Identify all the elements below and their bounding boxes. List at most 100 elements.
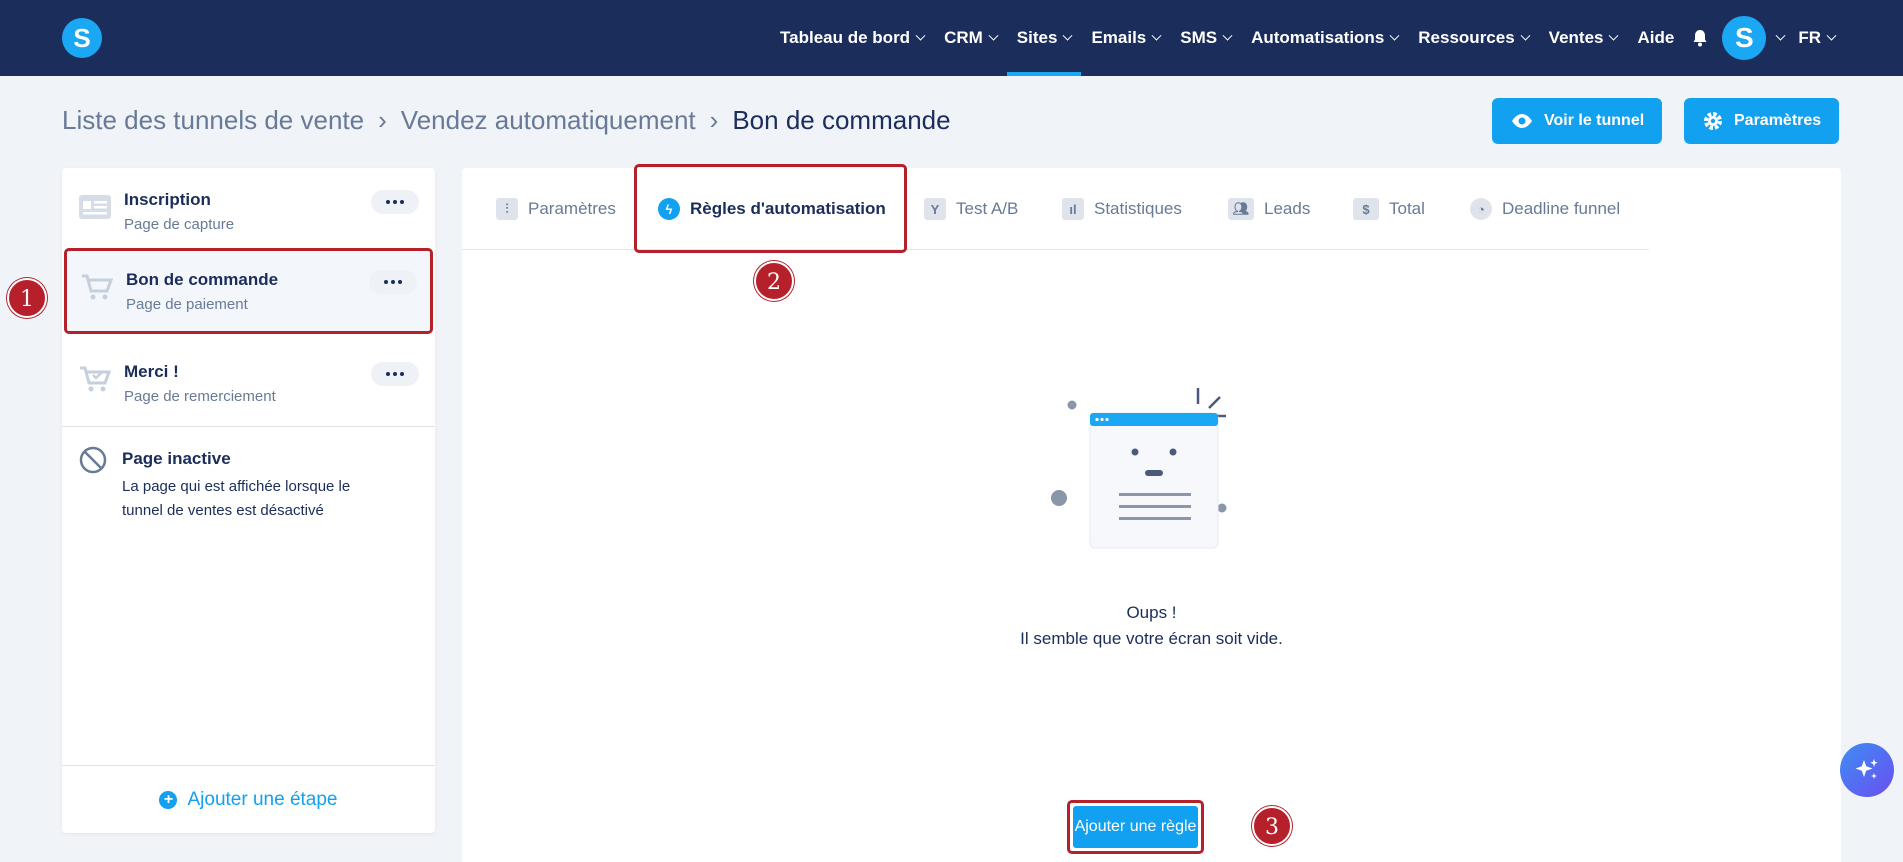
users-icon: 👥︎ [1228, 198, 1254, 220]
more-options-button[interactable] [371, 190, 419, 214]
main-nav: Tableau de bord CRM Sites Emails SMS Aut… [770, 0, 1845, 76]
more-options-button[interactable] [371, 362, 419, 386]
breadcrumb: Liste des tunnels de vente › Vendez auto… [62, 105, 951, 136]
empty-state-message: Oups ! Il semble que votre écran soit vi… [462, 600, 1841, 652]
step-subtitle: Page de capture [124, 216, 235, 233]
inactive-page-title: Page inactive [122, 449, 231, 468]
nav-label: Ventes [1548, 28, 1604, 47]
eye-icon [1512, 114, 1532, 128]
nav-item-sites[interactable]: Sites [1006, 0, 1082, 76]
nav-item-emails[interactable]: Emails [1081, 0, 1170, 76]
cart-check-icon [80, 366, 112, 392]
funnel-step[interactable]: Inscription Page de capture [62, 168, 435, 254]
funnel-step-selected[interactable]: Bon de commande Page de paiement [64, 248, 433, 334]
chevron-down-icon [1222, 30, 1233, 41]
nav-item-ressources[interactable]: Ressources [1408, 0, 1538, 76]
page-title: Bon de commande [732, 105, 951, 135]
top-navigation-bar: S Tableau de bord CRM Sites Emails SMS A… [0, 0, 1903, 76]
nav-item-ventes[interactable]: Ventes [1539, 0, 1628, 76]
chevron-down-icon [915, 30, 926, 41]
language-selector[interactable]: FR [1788, 0, 1845, 76]
clock-icon: ◔ [1470, 198, 1492, 220]
chevron-right-icon: › [378, 105, 387, 135]
tab-label: Statistiques [1094, 199, 1182, 218]
settings-button[interactable]: Paramètres [1684, 98, 1840, 144]
inactive-page-step[interactable]: Page inactive La page qui est affichée l… [62, 426, 435, 523]
bar-chart-icon: ıl [1062, 198, 1084, 220]
step-title: Bon de commande [126, 270, 279, 289]
tab-total[interactable]: $ Total [1353, 168, 1425, 250]
active-tab-highlight [634, 164, 907, 253]
gear-icon [1704, 112, 1722, 130]
nav-label: Emails [1091, 28, 1147, 47]
empty-screen-illustration [1051, 388, 1227, 549]
inactive-page-description: La page qui est affichée lorsque le tunn… [122, 478, 351, 519]
user-avatar[interactable]: S [1722, 16, 1767, 60]
tab-label: Paramètres [528, 199, 616, 218]
settings-label: Paramètres [1734, 112, 1822, 129]
nav-item-tableau-de-bord[interactable]: Tableau de bord [770, 0, 934, 76]
more-options-button[interactable] [369, 270, 417, 294]
breadcrumb-funnel[interactable]: Vendez automatiquement [401, 105, 696, 136]
form-icon [79, 195, 111, 219]
chevron-down-icon [988, 30, 999, 41]
step-title: Inscription [124, 190, 211, 209]
cart-icon [82, 274, 114, 300]
tab-label: Total [1389, 199, 1425, 218]
language-label: FR [1798, 28, 1821, 47]
chevron-down-icon [1389, 30, 1400, 41]
callout-badge-3: 3 [1252, 806, 1292, 846]
dollar-icon: $ [1353, 198, 1379, 220]
tab-test-ab[interactable]: Y Test A/B [924, 168, 1018, 250]
nav-item-aide[interactable]: Aide [1627, 0, 1684, 76]
add-rule-button[interactable]: Ajouter une règle [1073, 806, 1198, 848]
app-logo[interactable]: S [62, 18, 102, 58]
view-tunnel-button[interactable]: Voir le tunnel [1492, 98, 1663, 144]
plus-circle-icon: + [159, 790, 178, 809]
add-step-label: Ajouter une étape [187, 788, 338, 810]
view-tunnel-label: Voir le tunnel [1544, 112, 1645, 129]
split-icon: Y [924, 198, 946, 220]
chevron-down-icon [1062, 30, 1073, 41]
chevron-down-icon [1520, 30, 1531, 41]
callout-badge-2: 2 [754, 261, 794, 301]
nav-label: Aide [1637, 28, 1675, 47]
nav-item-crm[interactable]: CRM [934, 0, 1007, 76]
nav-label: Automatisations [1251, 28, 1385, 47]
empty-state-subtitle: Il semble que votre écran soit vide. [1020, 629, 1283, 648]
breadcrumb-funnel-list[interactable]: Liste des tunnels de vente [62, 105, 364, 136]
tab-parametres[interactable]: ⫶ Paramètres [496, 168, 616, 250]
tab-statistiques[interactable]: ıl Statistiques [1062, 168, 1182, 250]
tab-label: Test A/B [956, 199, 1019, 218]
chevron-down-icon [1826, 30, 1837, 41]
chevron-down-icon [1775, 30, 1786, 41]
step-subtitle: Page de paiement [126, 296, 248, 313]
nav-label: SMS [1180, 28, 1218, 47]
disabled-icon [79, 446, 107, 474]
chevron-down-icon [1151, 30, 1162, 41]
ai-assistant-button[interactable] [1840, 743, 1894, 797]
bell-icon[interactable] [1690, 28, 1710, 48]
step-subtitle: Page de remerciement [124, 388, 276, 405]
add-rule-highlight: Ajouter une règle [1067, 800, 1204, 854]
step-title: Merci ! [124, 362, 179, 381]
add-step-button[interactable]: + Ajouter une étape [62, 765, 435, 833]
nav-item-automatisations[interactable]: Automatisations [1241, 0, 1408, 76]
sliders-icon: ⫶ [496, 198, 518, 220]
callout-badge-1: 1 [7, 278, 47, 318]
chevron-down-icon [1609, 30, 1619, 41]
tab-leads[interactable]: 👥︎ Leads [1228, 168, 1310, 250]
nav-label: CRM [944, 28, 983, 47]
avatar-menu-toggle[interactable] [1766, 0, 1788, 76]
nav-item-sms[interactable]: SMS [1170, 0, 1241, 76]
tab-label: Deadline funnel [1502, 199, 1621, 218]
nav-label: Tableau de bord [780, 28, 911, 47]
sparkle-icon [1855, 759, 1878, 779]
nav-label: Sites [1016, 28, 1058, 47]
step-detail-panel: ⫶ Paramètres ϟ Règles d'automatisation Y Te… [462, 164, 1841, 862]
empty-state-title: Oups ! [1126, 603, 1177, 622]
tab-deadline-funnel[interactable]: ◔ Deadline funnel [1470, 168, 1620, 250]
chevron-right-icon: › [709, 105, 719, 135]
nav-label: Ressources [1418, 28, 1515, 47]
funnel-step[interactable]: Merci ! Page de remerciement [62, 340, 435, 426]
